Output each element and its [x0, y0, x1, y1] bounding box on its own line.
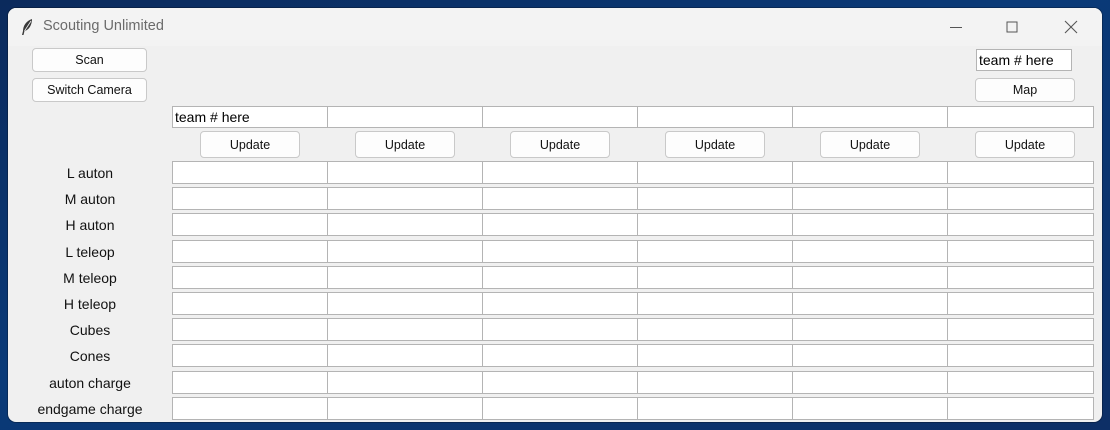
stat-cell[interactable]	[637, 318, 793, 342]
stat-cell[interactable]	[792, 161, 948, 184]
team-number-input-4[interactable]	[637, 106, 793, 128]
stat-cell[interactable]	[637, 239, 793, 263]
update-button-5[interactable]: Update	[820, 131, 920, 158]
stat-cell[interactable]	[792, 213, 948, 237]
stat-cell[interactable]	[172, 292, 328, 315]
update-button-3[interactable]: Update	[510, 131, 610, 158]
stat-cell[interactable]	[172, 265, 328, 289]
stat-cell[interactable]	[327, 265, 483, 289]
stat-cell[interactable]	[482, 187, 638, 211]
stat-cell[interactable]	[327, 396, 483, 420]
stat-cell[interactable]	[637, 292, 793, 315]
stat-cell[interactable]	[792, 344, 948, 368]
stat-cell[interactable]	[947, 292, 1094, 315]
stat-cell[interactable]	[482, 370, 638, 394]
team-number-input-2[interactable]	[327, 106, 483, 128]
minimize-button[interactable]	[933, 12, 979, 42]
stat-cell[interactable]	[947, 265, 1094, 289]
stat-cell[interactable]	[792, 370, 948, 394]
close-icon	[1064, 20, 1078, 34]
stat-cell[interactable]	[792, 396, 948, 420]
stat-cell[interactable]	[637, 396, 793, 420]
stat-cell[interactable]	[172, 370, 328, 394]
window-title: Scouting Unlimited	[43, 18, 164, 34]
stat-cell[interactable]	[327, 292, 483, 315]
row-label: L teleop	[65, 243, 115, 260]
team-number-input-6[interactable]	[947, 106, 1094, 128]
stat-cell[interactable]	[637, 187, 793, 211]
close-button[interactable]	[1048, 12, 1094, 42]
row-label: Cones	[69, 348, 111, 365]
app-window: Scouting Unlimited Scan Switch Camera te…	[8, 8, 1102, 422]
update-button-1[interactable]: Update	[200, 131, 300, 158]
stat-cell[interactable]	[637, 370, 793, 394]
stat-cell[interactable]	[327, 318, 483, 342]
team-number-input-5[interactable]	[792, 106, 948, 128]
minimize-icon	[950, 27, 962, 28]
stat-cell[interactable]	[172, 213, 328, 237]
stat-cell[interactable]	[792, 265, 948, 289]
stat-cell[interactable]	[482, 265, 638, 289]
stat-cell[interactable]	[947, 161, 1094, 184]
stat-cell[interactable]	[947, 318, 1094, 342]
stat-cell[interactable]	[792, 292, 948, 315]
stat-cell[interactable]	[482, 344, 638, 368]
team-number-input-1[interactable]: team # here	[172, 106, 328, 128]
row-label: auton charge	[49, 374, 131, 391]
row-label: H auton	[65, 217, 115, 234]
stat-cell[interactable]	[637, 161, 793, 184]
stat-cell[interactable]	[947, 187, 1094, 211]
stat-cell[interactable]	[172, 344, 328, 368]
stat-cell[interactable]	[172, 239, 328, 263]
stat-cell[interactable]	[327, 161, 483, 184]
maximize-button[interactable]	[989, 12, 1035, 42]
stat-cell[interactable]	[482, 213, 638, 237]
stat-cell[interactable]	[482, 161, 638, 184]
row-label: Cubes	[69, 322, 111, 339]
scan-button[interactable]: Scan	[32, 48, 147, 72]
row-label: H teleop	[63, 296, 117, 312]
stat-cell[interactable]	[327, 213, 483, 237]
stat-cell[interactable]	[792, 239, 948, 263]
row-label: L auton	[66, 165, 114, 181]
stat-cell[interactable]	[482, 292, 638, 315]
stat-cell[interactable]	[327, 239, 483, 263]
update-button-4[interactable]: Update	[665, 131, 765, 158]
stat-cell[interactable]	[172, 161, 328, 184]
stat-cell[interactable]	[947, 396, 1094, 420]
maximize-icon	[1006, 21, 1018, 33]
stat-cell[interactable]	[482, 239, 638, 263]
row-label: M auton	[64, 191, 116, 208]
stat-cell[interactable]	[637, 265, 793, 289]
stat-cell[interactable]	[482, 318, 638, 342]
stat-cell[interactable]	[947, 239, 1094, 263]
switch-camera-button[interactable]: Switch Camera	[32, 78, 147, 102]
title-bar: Scouting Unlimited	[8, 8, 1102, 46]
stat-cell[interactable]	[947, 370, 1094, 394]
stat-cell[interactable]	[947, 344, 1094, 368]
feather-icon	[22, 19, 32, 35]
stat-cell[interactable]	[792, 187, 948, 211]
stat-cell[interactable]	[327, 187, 483, 211]
team-number-input-3[interactable]	[482, 106, 638, 128]
stat-cell[interactable]	[637, 213, 793, 237]
map-team-input[interactable]: team # here	[976, 49, 1072, 71]
stat-cell[interactable]	[327, 370, 483, 394]
stat-cell[interactable]	[792, 318, 948, 342]
row-label: M teleop	[63, 269, 117, 286]
stat-cell[interactable]	[637, 344, 793, 368]
update-button-6[interactable]: Update	[975, 131, 1075, 158]
stat-cell[interactable]	[947, 213, 1094, 237]
map-button[interactable]: Map	[975, 78, 1075, 102]
update-button-2[interactable]: Update	[355, 131, 455, 158]
stat-cell[interactable]	[172, 396, 328, 420]
stat-cell[interactable]	[482, 396, 638, 420]
stat-cell[interactable]	[172, 187, 328, 211]
row-label: endgame charge	[37, 400, 143, 417]
stat-cell[interactable]	[327, 344, 483, 368]
stat-cell[interactable]	[172, 318, 328, 342]
